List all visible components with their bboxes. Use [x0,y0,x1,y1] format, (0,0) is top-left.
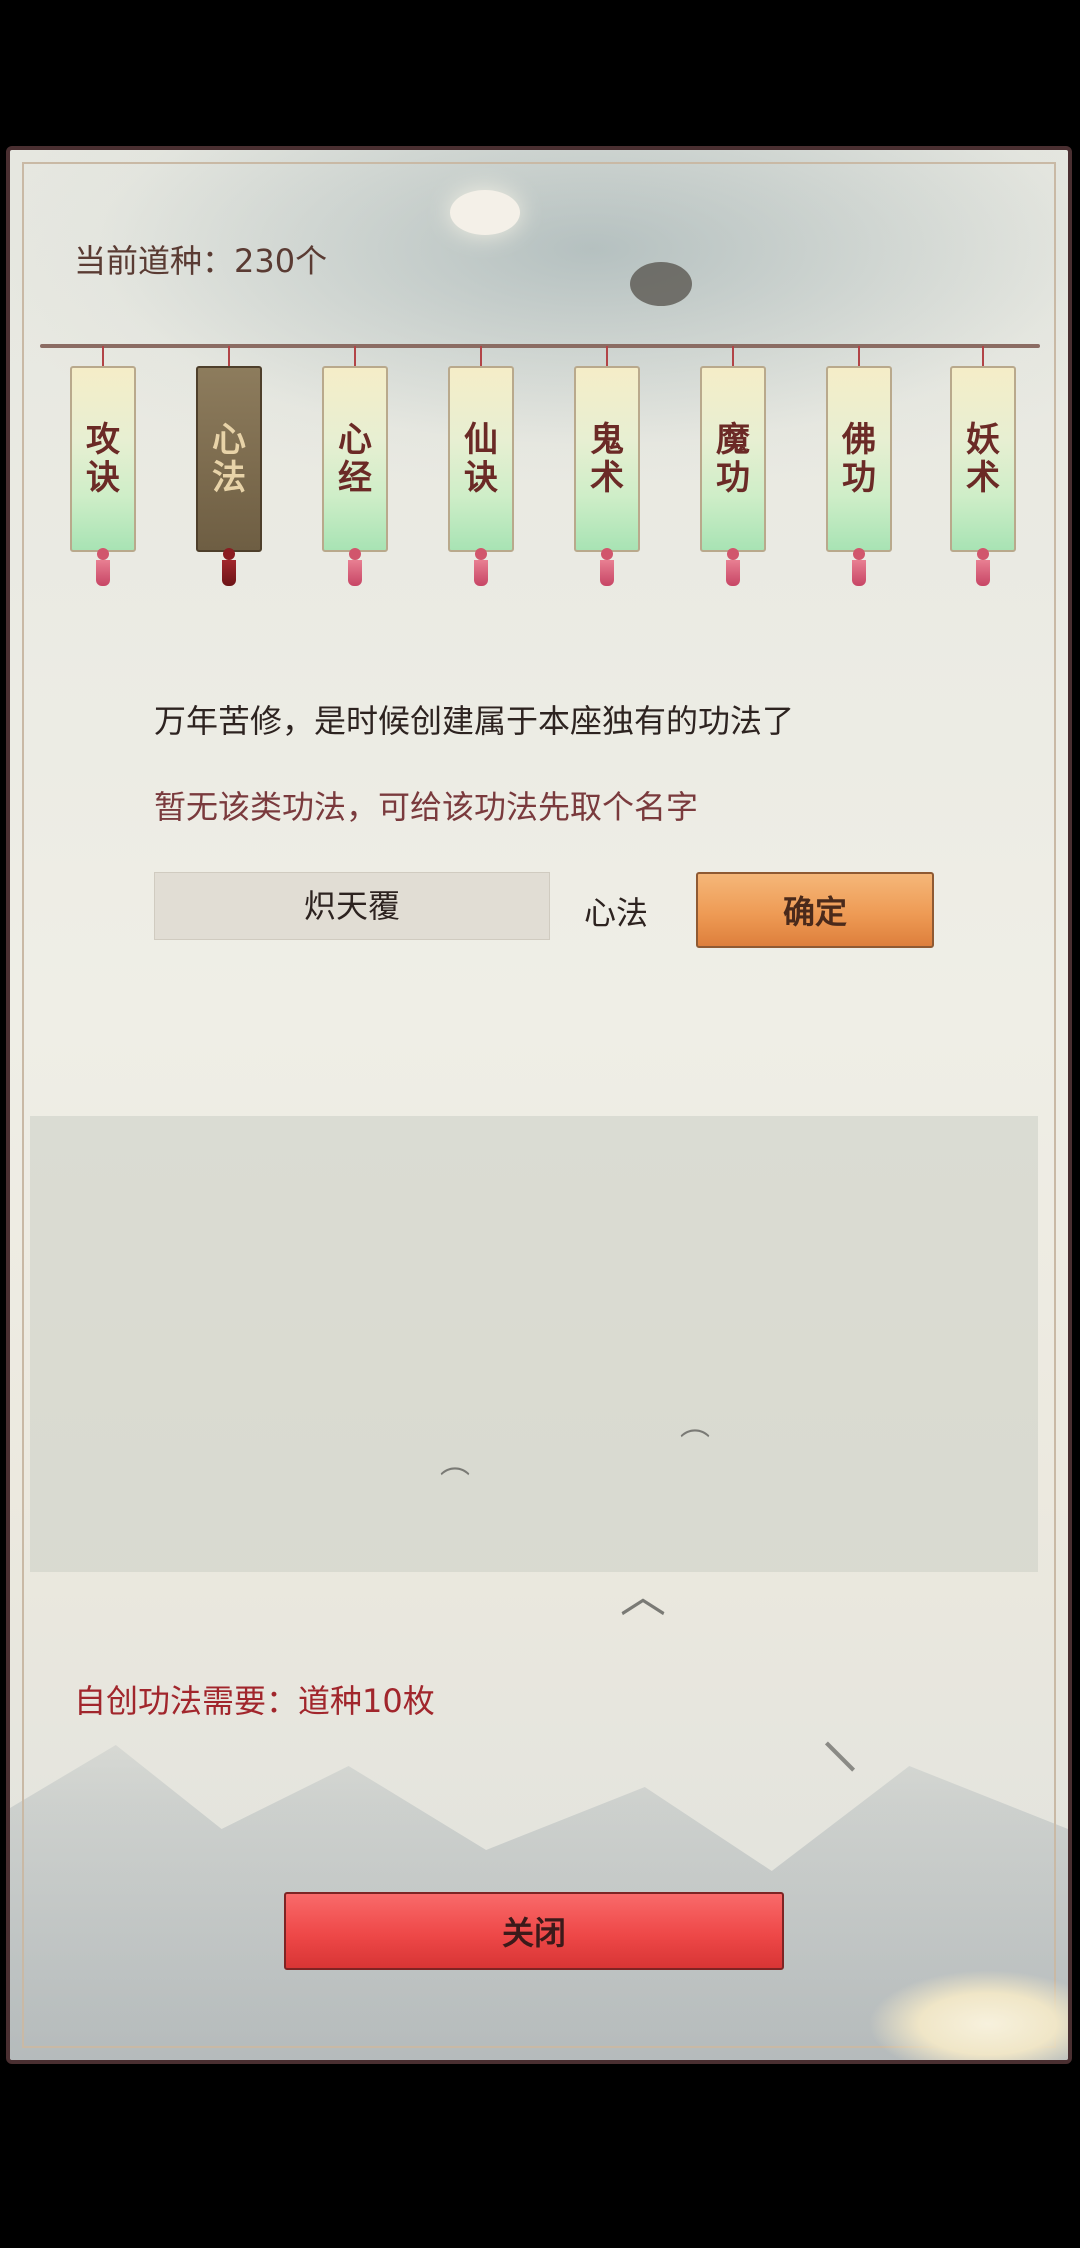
tassel-icon [218,548,240,586]
tassel-icon [92,548,114,586]
tab-label: 仙诀 [464,420,498,498]
close-button[interactable]: 关闭 [284,1892,784,1970]
cloud-decoration [868,1970,1068,2060]
tab-immortal-art[interactable]: 仙诀 [448,346,514,596]
tab-label: 魔功 [716,420,750,498]
technique-name-input[interactable] [154,872,550,940]
intro-message: 万年苦修，是时候创建属于本座独有的功法了 [154,702,795,740]
tab-label: 鬼术 [590,420,624,498]
seed-count-label: 当前道种：230个 [74,242,328,280]
tab-label: 心法 [212,420,246,498]
technique-list-area [30,1116,1038,1572]
tassel-icon [470,548,492,586]
hint-message: 暂无该类功法，可给该功法先取个名字 [154,788,699,826]
crane-icon: ⌒ [680,1428,710,1463]
confirm-button[interactable]: 确定 [696,872,934,948]
tab-label: 佛功 [842,420,876,498]
tab-label: 心经 [338,420,372,498]
yin-yang-dark [630,262,692,306]
tab-demon-skill[interactable]: 魔功 [700,346,766,596]
crane-icon: ⸜ [820,1691,860,1784]
tassel-icon [972,548,994,586]
selected-category-label: 心法 [584,894,649,932]
tassel-icon [848,548,870,586]
tab-mind-sutra[interactable]: 心经 [322,346,388,596]
crane-icon: ︿ [620,1569,666,1623]
category-tabs: 攻诀 心法 心经 仙诀 鬼术 魔功 佛功 妖术 [70,346,1020,596]
tab-label: 妖术 [966,420,1000,498]
tab-mind-method[interactable]: 心法 [196,346,262,596]
tab-monster-art[interactable]: 妖术 [950,346,1016,596]
tab-ghost-art[interactable]: 鬼术 [574,346,640,596]
crane-icon: ⌒ [440,1466,470,1501]
yin-yang-light [450,190,520,235]
creation-cost-label: 自创功法需要：道种10枚 [74,1682,435,1720]
tassel-icon [344,548,366,586]
tassel-icon [596,548,618,586]
tab-buddha-skill[interactable]: 佛功 [826,346,892,596]
tassel-icon [722,548,744,586]
tab-label: 攻诀 [86,420,120,498]
tab-attack-art[interactable]: 攻诀 [70,346,136,596]
